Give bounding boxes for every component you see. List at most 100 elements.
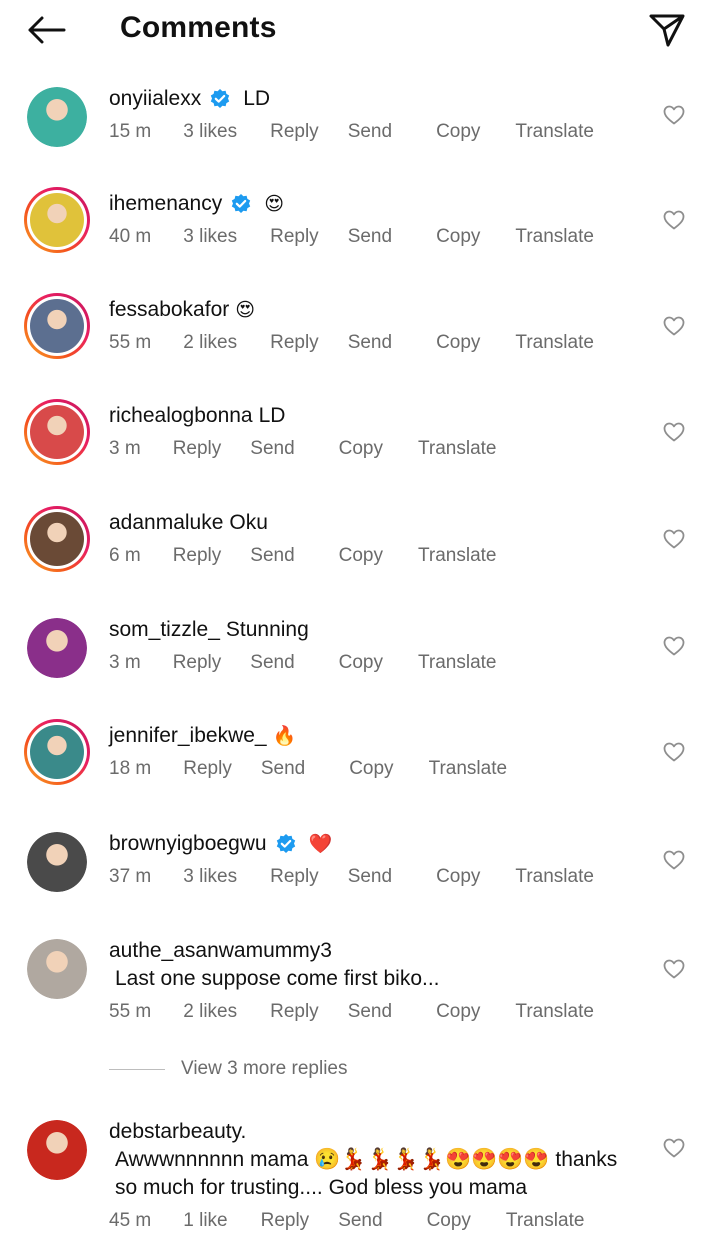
- comment-line: authe_asanwamummy3 Last one suppose come …: [109, 937, 624, 993]
- reply-button[interactable]: Reply: [270, 332, 319, 354]
- send-button[interactable]: Send: [250, 652, 294, 674]
- avatar-image: [27, 832, 87, 892]
- verified-badge-icon: [275, 833, 297, 855]
- likes-count[interactable]: 3 likes: [183, 866, 237, 888]
- reply-button[interactable]: Reply: [183, 758, 232, 780]
- reply-button[interactable]: Reply: [261, 1210, 310, 1232]
- send-button[interactable]: Send: [348, 121, 392, 143]
- reply-button[interactable]: Reply: [270, 866, 319, 888]
- avatar-image: [30, 405, 84, 459]
- avatar[interactable]: [27, 618, 87, 678]
- like-button[interactable]: [660, 846, 688, 874]
- send-button[interactable]: Send: [348, 1001, 392, 1023]
- avatar[interactable]: [24, 187, 90, 253]
- avatar[interactable]: [24, 399, 90, 465]
- like-button[interactable]: [660, 738, 688, 766]
- send-button[interactable]: Send: [261, 758, 305, 780]
- avatar-ring: [27, 402, 87, 462]
- likes-count[interactable]: 3 likes: [183, 226, 237, 248]
- send-button[interactable]: Send: [348, 332, 392, 354]
- comment-row: brownyigboegwu ❤️ 37 m 3 likes Reply Send Copy…: [0, 830, 720, 930]
- username[interactable]: adanmaluke: [109, 509, 223, 537]
- comment-body: ihemenancy 😍 40 m 3 likes Reply Send Copy Trans…: [109, 190, 629, 250]
- reply-button[interactable]: Reply: [270, 1001, 319, 1023]
- username[interactable]: debstarbeauty.: [109, 1118, 246, 1146]
- reply-button[interactable]: Reply: [270, 226, 319, 248]
- comment-meta: 18 m Reply Send Copy Translate: [109, 756, 629, 782]
- avatar[interactable]: [27, 939, 87, 999]
- timestamp: 55 m: [109, 1001, 152, 1022]
- translate-button[interactable]: Translate: [429, 758, 508, 780]
- copy-button[interactable]: Copy: [339, 545, 383, 567]
- share-button[interactable]: [644, 8, 690, 52]
- send-button[interactable]: Send: [250, 545, 294, 567]
- copy-button[interactable]: Copy: [436, 1001, 480, 1023]
- translate-button[interactable]: Translate: [418, 652, 497, 674]
- translate-button[interactable]: Translate: [515, 121, 594, 143]
- copy-button[interactable]: Copy: [339, 652, 383, 674]
- likes-count[interactable]: 3 likes: [183, 121, 237, 143]
- comment-meta: 37 m 3 likes Reply Send Copy Translate: [109, 864, 629, 890]
- like-button[interactable]: [660, 418, 688, 446]
- comment-line: jennifer_ibekwe_ 🔥: [109, 722, 629, 750]
- back-button[interactable]: [24, 10, 68, 50]
- send-button[interactable]: Send: [338, 1210, 382, 1232]
- like-button[interactable]: [660, 101, 688, 129]
- copy-button[interactable]: Copy: [436, 226, 480, 248]
- likes-count[interactable]: 2 likes: [183, 332, 237, 354]
- translate-button[interactable]: Translate: [515, 1001, 594, 1023]
- send-button[interactable]: Send: [348, 866, 392, 888]
- copy-button[interactable]: Copy: [349, 758, 393, 780]
- translate-button[interactable]: Translate: [418, 545, 497, 567]
- send-button[interactable]: Send: [250, 438, 294, 460]
- avatar[interactable]: [27, 832, 87, 892]
- avatar[interactable]: [27, 1120, 87, 1180]
- username[interactable]: authe_asanwamummy3: [109, 937, 332, 965]
- send-button[interactable]: Send: [348, 226, 392, 248]
- translate-button[interactable]: Translate: [418, 438, 497, 460]
- copy-button[interactable]: Copy: [436, 121, 480, 143]
- translate-button[interactable]: Translate: [506, 1210, 585, 1232]
- like-button[interactable]: [660, 525, 688, 553]
- username[interactable]: fessabokafor: [109, 296, 229, 324]
- comment-text: Awwwnnnnnn mama 😢💃💃💃💃😍😍😍😍 thanks so much…: [115, 1148, 618, 1199]
- copy-button[interactable]: Copy: [427, 1210, 471, 1232]
- translate-button[interactable]: Translate: [515, 226, 594, 248]
- username[interactable]: richealogbonna: [109, 402, 253, 430]
- avatar[interactable]: [24, 719, 90, 785]
- like-button[interactable]: [660, 1134, 688, 1162]
- username[interactable]: jennifer_ibekwe_: [109, 722, 267, 750]
- username[interactable]: brownyigboegwu: [109, 830, 267, 858]
- reply-button[interactable]: Reply: [173, 652, 222, 674]
- translate-button[interactable]: Translate: [515, 332, 594, 354]
- copy-button[interactable]: Copy: [436, 332, 480, 354]
- translate-button[interactable]: Translate: [515, 866, 594, 888]
- like-button[interactable]: [660, 206, 688, 234]
- comment-text: Stunning: [225, 618, 309, 641]
- username[interactable]: ihemenancy: [109, 190, 222, 218]
- avatar[interactable]: [27, 87, 87, 147]
- username[interactable]: som_tizzle_: [109, 616, 220, 644]
- like-button[interactable]: [660, 955, 688, 983]
- view-more-label: View 3 more replies: [181, 1058, 348, 1079]
- comment-text: LD: [243, 87, 271, 110]
- avatar[interactable]: [24, 293, 90, 359]
- reply-button[interactable]: Reply: [173, 438, 222, 460]
- comment-body: debstarbeauty. Awwwnnnnnn mama 😢💃💃💃💃😍😍😍😍 …: [109, 1118, 629, 1234]
- copy-button[interactable]: Copy: [436, 866, 480, 888]
- like-button[interactable]: [660, 632, 688, 660]
- reply-button[interactable]: Reply: [173, 545, 222, 567]
- comment-row: adanmaluke Oku 6 m Reply Send Copy Translate: [0, 506, 720, 609]
- copy-button[interactable]: Copy: [339, 438, 383, 460]
- like-button[interactable]: [660, 312, 688, 340]
- avatar[interactable]: [24, 506, 90, 572]
- likes-count[interactable]: 2 likes: [183, 1001, 237, 1023]
- comment-body: richealogbonna LD 3 m Reply Send Copy Translat…: [109, 402, 629, 462]
- reply-button[interactable]: Reply: [270, 121, 319, 143]
- username[interactable]: onyiialexx: [109, 85, 201, 113]
- verified-badge-icon: [209, 88, 231, 110]
- comment-row: ihemenancy 😍 40 m 3 likes Reply Send Copy Trans…: [0, 187, 720, 290]
- likes-count[interactable]: 1 like: [183, 1210, 227, 1232]
- comment-text: 🔥: [272, 725, 297, 747]
- view-more-replies[interactable]: View 3 more replies: [109, 1058, 348, 1080]
